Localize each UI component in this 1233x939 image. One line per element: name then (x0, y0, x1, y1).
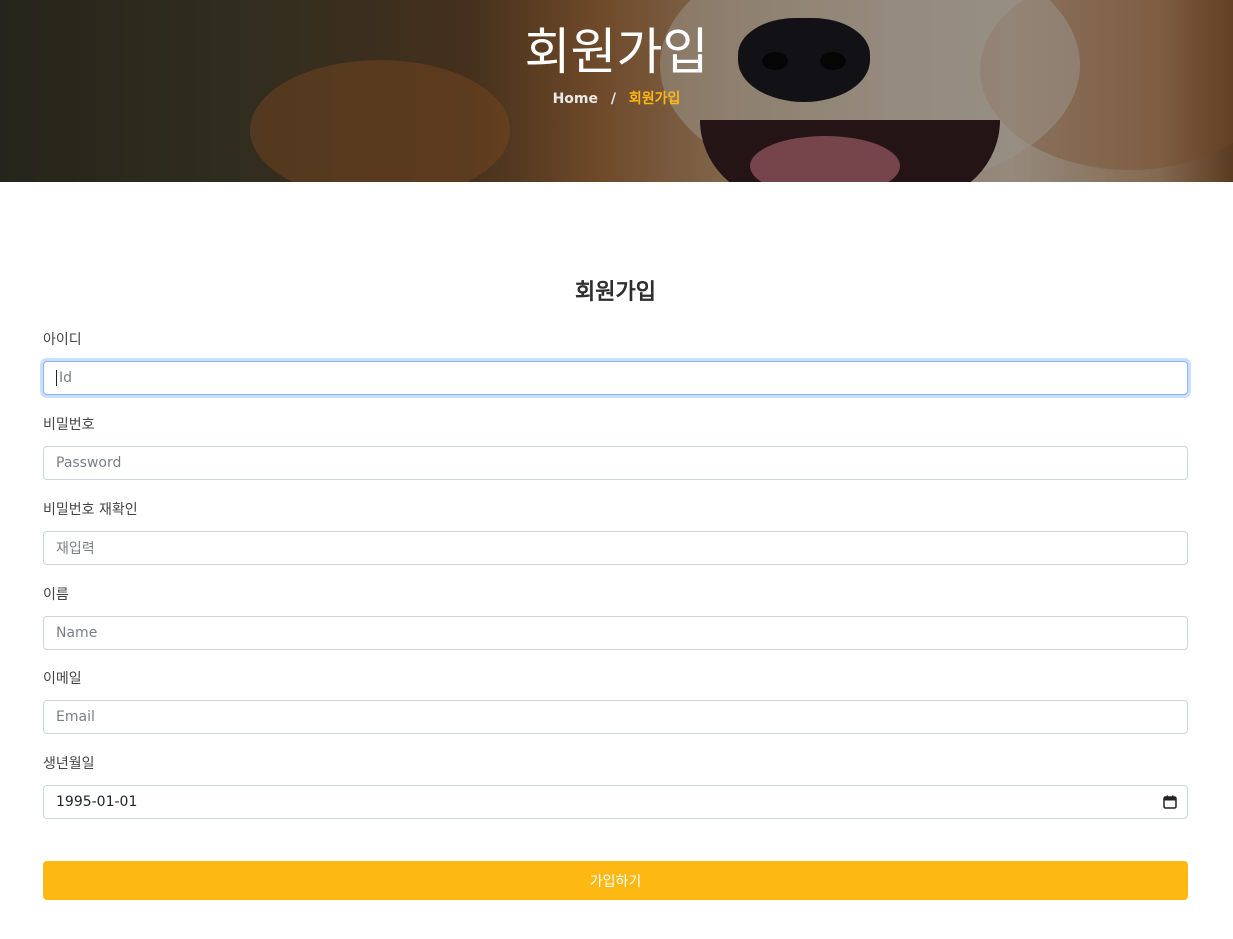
password-field-group: 비밀번호 Password (43, 415, 1188, 480)
email-label: 이메일 (43, 671, 82, 687)
breadcrumb-home-link[interactable]: Home (553, 91, 598, 107)
password-confirm-field-group: 비밀번호 재확인 재입력 (43, 500, 1188, 565)
calendar-icon[interactable] (1163, 795, 1177, 809)
name-field-group: 이름 Name (43, 585, 1188, 650)
name-input[interactable]: Name (43, 616, 1188, 650)
name-placeholder: Name (56, 625, 98, 641)
birthdate-value: 1995-01-01 (56, 794, 138, 810)
id-input[interactable]: Id (43, 361, 1188, 395)
birthdate-input[interactable]: 1995-01-01 (43, 785, 1188, 819)
hero-banner: 회원가입 Home / 회원가입 (0, 0, 1233, 182)
breadcrumb: Home / 회원가입 (0, 88, 1233, 108)
id-field-group: 아이디 Id (43, 330, 1188, 395)
id-placeholder: Id (59, 370, 73, 386)
signup-submit-button[interactable]: 가입하기 (43, 861, 1188, 900)
page-title: 회원가입 (524, 23, 709, 81)
name-label: 이름 (43, 587, 69, 603)
breadcrumb-separator: / (610, 91, 616, 107)
password-confirm-placeholder: 재입력 (56, 541, 95, 557)
birthdate-field-group: 생년월일 1995-01-01 (43, 754, 1188, 819)
email-input[interactable]: Email (43, 700, 1188, 734)
id-label: 아이디 (43, 332, 82, 348)
password-confirm-input[interactable]: 재입력 (43, 531, 1188, 565)
password-confirm-label: 비밀번호 재확인 (43, 502, 138, 518)
password-placeholder: Password (56, 455, 122, 471)
form-title: 회원가입 (575, 280, 656, 305)
birthdate-label: 생년월일 (43, 756, 95, 772)
password-label: 비밀번호 (43, 417, 95, 433)
password-input[interactable]: Password (43, 446, 1188, 480)
text-caret (56, 370, 57, 386)
breadcrumb-current: 회원가입 (628, 91, 681, 107)
email-placeholder: Email (56, 709, 95, 725)
email-field-group: 이메일 Email (43, 669, 1188, 734)
